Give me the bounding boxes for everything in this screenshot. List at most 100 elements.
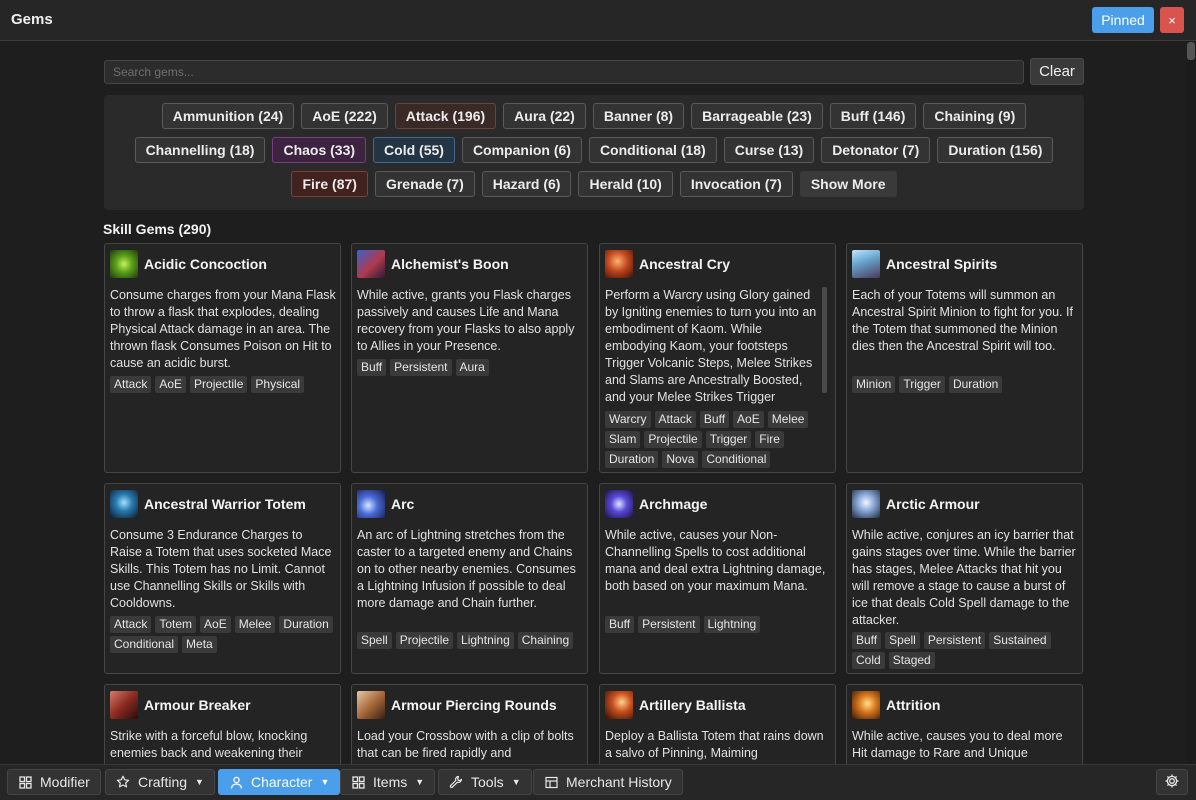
ancestral-spirits-icon xyxy=(852,250,880,278)
tag-filter-panel: Ammunition (24) AoE (222) Attack (196) A… xyxy=(104,95,1084,210)
gem-description: While active, causes your Non-Channellin… xyxy=(605,528,826,593)
nav-tools-button[interactable]: Tools ▼ xyxy=(438,769,532,795)
filter-companion[interactable]: Companion (6) xyxy=(461,137,582,163)
filter-cold[interactable]: Cold (55) xyxy=(373,137,455,163)
filter-aura[interactable]: Aura (22) xyxy=(503,103,586,129)
gem-tag: Trigger xyxy=(899,376,945,393)
gem-card-armour-breaker[interactable]: Armour Breaker Strike with a forceful bl… xyxy=(104,684,341,774)
gem-tag: Melee xyxy=(767,411,809,428)
filter-ammunition[interactable]: Ammunition (24) xyxy=(161,103,295,129)
filter-attack[interactable]: Attack (196) xyxy=(394,103,497,129)
search-input[interactable] xyxy=(104,60,1024,84)
gem-description: An arc of Lightning stretches from the c… xyxy=(357,528,576,610)
filter-duration[interactable]: Duration (156) xyxy=(937,137,1054,163)
main-scrollbar-track[interactable] xyxy=(1186,42,1196,764)
filter-aoe[interactable]: AoE (222) xyxy=(301,103,388,129)
filter-grenade[interactable]: Grenade (7) xyxy=(374,171,475,197)
artillery-ballista-icon xyxy=(605,691,633,719)
gem-tag: Conditional xyxy=(110,636,179,653)
gem-tag: Lightning xyxy=(457,632,514,649)
gem-card-arctic-armour[interactable]: Arctic Armour While active, conjures an … xyxy=(846,483,1083,674)
nav-character-button[interactable]: Character ▼ xyxy=(218,769,341,795)
gem-card-header: Attrition xyxy=(852,691,940,719)
gem-tag: AoE xyxy=(155,376,187,393)
clear-button[interactable]: Clear xyxy=(1030,58,1084,85)
chevron-down-icon: ▼ xyxy=(320,777,330,787)
gem-tag: Nova xyxy=(662,451,699,468)
nav-merchant-history-button[interactable]: Merchant History xyxy=(533,769,683,795)
filter-fire[interactable]: Fire (87) xyxy=(291,171,368,197)
filter-barrageable[interactable]: Barrageable (23) xyxy=(691,103,823,129)
armour-piercing-rounds-icon xyxy=(357,691,385,719)
gem-card-ancestral-warrior-totem[interactable]: Ancestral Warrior Totem Consume 3 Endura… xyxy=(104,483,341,674)
gem-tags: Spell Projectile Lightning Chaining xyxy=(357,632,585,649)
gem-name: Attrition xyxy=(886,697,941,713)
gem-tag: Spell xyxy=(885,632,920,649)
gem-tag: Minion xyxy=(852,376,896,393)
ancestral-cry-icon xyxy=(605,250,633,278)
gem-card-header: Acidic Concoction xyxy=(110,250,267,278)
gem-tags: Buff Persistent Lightning xyxy=(605,616,833,633)
close-button[interactable]: × xyxy=(1160,7,1184,33)
gem-card-armour-piercing-rounds[interactable]: Armour Piercing Rounds Load your Crossbo… xyxy=(351,684,588,774)
grid-icon xyxy=(18,775,32,789)
nav-crafting-button[interactable]: Crafting ▼ xyxy=(105,769,215,795)
gem-tag: Projectile xyxy=(395,632,454,649)
gem-tags: Attack Totem AoE Melee Duration Conditio… xyxy=(110,616,338,653)
filter-herald[interactable]: Herald (10) xyxy=(578,171,673,197)
gem-card-ancestral-cry[interactable]: Ancestral Cry Perform a Warcry using Glo… xyxy=(599,243,836,473)
filter-detonator[interactable]: Detonator (7) xyxy=(821,137,931,163)
gem-card-acidic-concoction[interactable]: Acidic Concoction Consume charges from y… xyxy=(104,243,341,473)
gem-tag: Chaining xyxy=(517,632,574,649)
star-icon xyxy=(116,775,130,789)
gem-card-arc[interactable]: Arc An arc of Lightning stretches from t… xyxy=(351,483,588,674)
filter-conditional[interactable]: Conditional (18) xyxy=(588,137,717,163)
gem-card-ancestral-spirits[interactable]: Ancestral Spirits Each of your Totems wi… xyxy=(846,243,1083,473)
arctic-armour-icon xyxy=(852,490,880,518)
gem-tags: Minion Trigger Duration xyxy=(852,376,1080,393)
nav-items-button[interactable]: Items ▼ xyxy=(340,769,436,795)
gem-tag: Conditional xyxy=(702,451,771,468)
gem-tag: Projectile xyxy=(190,376,248,393)
gem-tag: Totem xyxy=(155,616,197,633)
main-scrollbar-thumb[interactable] xyxy=(1187,42,1195,60)
gem-tag: Buff xyxy=(699,411,730,428)
gem-tags: Attack AoE Projectile Physical xyxy=(110,376,338,393)
gem-description: Consume charges from your Mana Flask to … xyxy=(110,288,336,370)
gem-name: Ancestral Spirits xyxy=(886,256,998,272)
gem-tag: Warcry xyxy=(605,411,651,428)
filter-curse[interactable]: Curse (13) xyxy=(723,137,815,163)
gem-name: Ancestral Cry xyxy=(639,256,731,272)
filter-hazard[interactable]: Hazard (6) xyxy=(481,171,572,197)
filter-buff[interactable]: Buff (146) xyxy=(829,103,917,129)
description-scrollbar[interactable] xyxy=(822,287,827,393)
bottom-nav-bar: Modifier Crafting ▼ Character ▼ Items ▼ … xyxy=(0,764,1196,800)
pinned-button[interactable]: Pinned xyxy=(1092,7,1154,33)
gem-card-archmage[interactable]: Archmage While active, causes your Non-C… xyxy=(599,483,836,674)
gem-tag: Attack xyxy=(654,411,696,428)
chevron-down-icon: ▼ xyxy=(511,777,521,787)
filter-chaos[interactable]: Chaos (33) xyxy=(272,137,367,163)
gem-tag: Cold xyxy=(852,652,885,669)
nav-modifier-button[interactable]: Modifier xyxy=(7,769,101,795)
tag-filter-row: Fire (87) Grenade (7) Hazard (6) Herald … xyxy=(104,171,1084,197)
filter-invocation[interactable]: Invocation (7) xyxy=(679,171,793,197)
gem-description: Consume 3 Endurance Charges to Raise a T… xyxy=(110,528,332,610)
gem-card-alchemists-boon[interactable]: Alchemist's Boon While active, grants yo… xyxy=(351,243,588,473)
gem-description: While active, grants you Flask charges p… xyxy=(357,288,575,353)
gem-tag: Aura xyxy=(455,359,489,376)
filter-banner[interactable]: Banner (8) xyxy=(592,103,685,129)
gem-description: Perform a Warcry using Glory gained by I… xyxy=(605,288,817,404)
filter-chaining[interactable]: Chaining (9) xyxy=(923,103,1027,129)
arc-icon xyxy=(357,490,385,518)
gem-tag: Persistent xyxy=(390,359,452,376)
gem-tag: Buff xyxy=(605,616,635,633)
gem-tag: Persistent xyxy=(923,632,986,649)
show-more-button[interactable]: Show More xyxy=(799,171,897,197)
settings-button[interactable] xyxy=(1156,769,1188,795)
gem-tag: Duration xyxy=(605,451,659,468)
gem-card-attrition[interactable]: Attrition While active, causes you to de… xyxy=(846,684,1083,774)
gem-tag: AoE xyxy=(200,616,231,633)
filter-channelling[interactable]: Channelling (18) xyxy=(134,137,266,163)
gem-card-artillery-ballista[interactable]: Artillery Ballista Deploy a Ballista Tot… xyxy=(599,684,836,774)
